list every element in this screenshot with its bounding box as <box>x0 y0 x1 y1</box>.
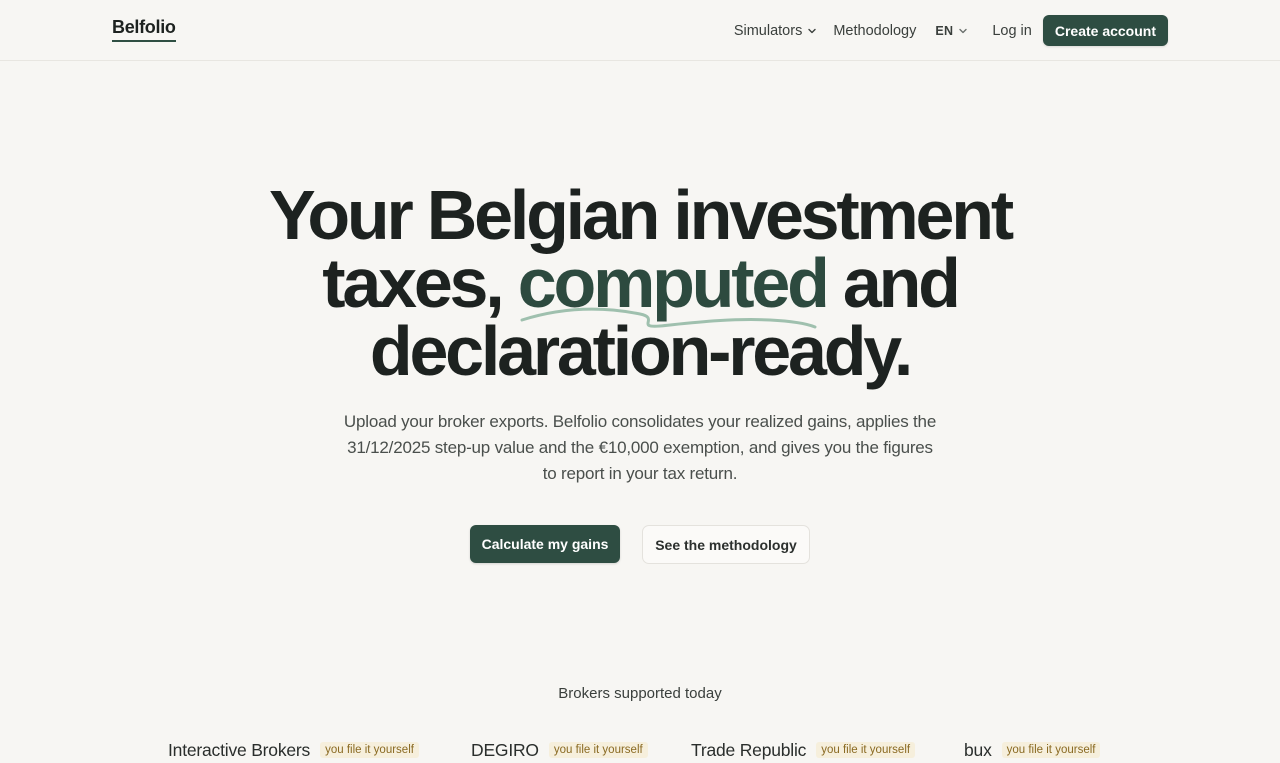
hero-subtitle: Upload your broker exports. Belfolio con… <box>343 412 937 483</box>
broker-badge: you file it yourself <box>816 742 916 758</box>
main-nav: Simulators Methodology EN Log in Create … <box>734 15 1168 46</box>
see-methodology-button[interactable]: See the methodology <box>642 525 810 564</box>
language-label: EN <box>935 23 954 38</box>
login-link[interactable]: Log in <box>992 23 1032 39</box>
nav-simulators[interactable]: Simulators <box>734 23 820 39</box>
underline-squiggle <box>520 307 817 329</box>
brokers-heading: Brokers supported today <box>558 685 722 702</box>
site-header: Belfolio Simulators Methodology EN Log i… <box>0 0 1280 61</box>
hero-title-line-1: Your Belgian investment <box>269 176 1014 254</box>
chevron-down-icon <box>808 28 817 33</box>
broker-item: Interactive Brokers you file it yourself <box>168 737 419 763</box>
broker-item: Trade Republic you file it yourself <box>691 737 916 763</box>
calculate-gains-button[interactable]: Calculate my gains <box>470 525 620 563</box>
chevron-down-icon <box>959 28 968 33</box>
nav-simulators-label: Simulators <box>733 22 803 39</box>
broker-name: DEGIRO <box>471 739 539 760</box>
broker-name: bux <box>964 739 992 760</box>
hero-title-line-2-end: and <box>826 244 961 322</box>
broker-name: Trade Republic <box>691 739 807 760</box>
broker-badge: you file it yourself <box>320 742 419 758</box>
nav-methodology[interactable]: Methodology <box>833 23 916 39</box>
logo[interactable]: Belfolio <box>112 17 176 42</box>
hero-title: Your Belgian investment taxes, computed … <box>0 176 1280 386</box>
broker-item: bux you file it yourself <box>964 737 1101 763</box>
language-selector[interactable]: EN <box>935 24 970 38</box>
create-account-button[interactable]: Create account <box>1042 15 1168 46</box>
broker-list: Interactive Brokers you file it yourself… <box>0 737 1280 763</box>
broker-item: DEGIRO you file it yourself <box>471 737 648 763</box>
hero-title-line-2-start: taxes, <box>322 244 518 322</box>
broker-badge: you file it yourself <box>1001 742 1101 758</box>
broker-badge: you file it yourself <box>548 742 648 758</box>
broker-name: Interactive Brokers <box>168 739 311 760</box>
cta-row: Calculate my gains See the methodology <box>0 525 1280 564</box>
